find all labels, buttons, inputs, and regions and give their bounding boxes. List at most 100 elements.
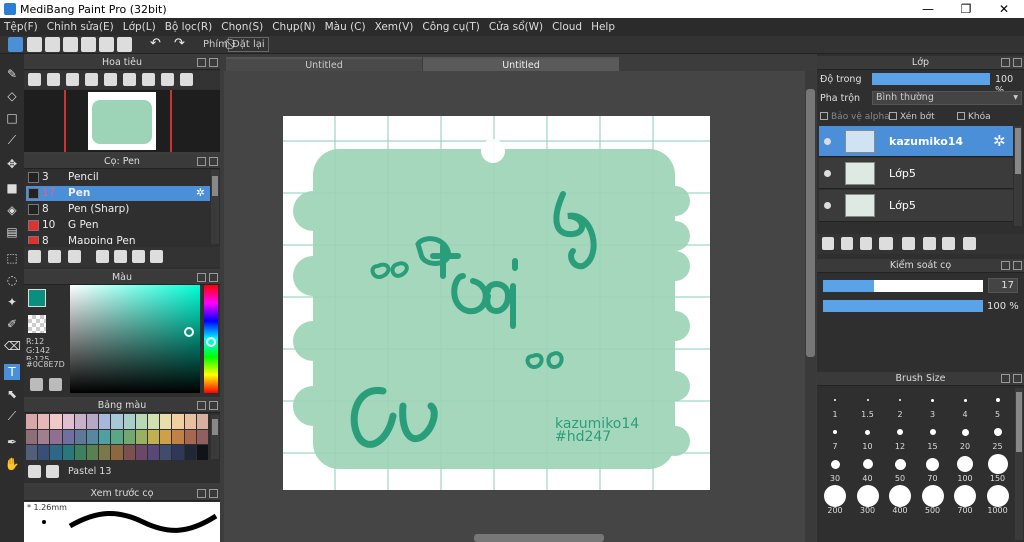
visibility-icon[interactable] [824,202,831,209]
color-picker-icon[interactable] [49,378,62,391]
menu-help[interactable]: Help [591,21,615,33]
palette-swatch[interactable] [184,445,196,460]
drawing-canvas[interactable]: kazumiko14 #hd247 [283,116,710,490]
palette-swatch[interactable] [160,445,172,460]
zoom-reset-icon[interactable] [104,73,117,86]
reset-button[interactable]: ⃠Đặt lại [228,37,269,52]
undock-icon[interactable] [197,157,206,166]
brush-size-option[interactable]: 1 [819,387,851,419]
new-brush-icon[interactable] [48,250,61,263]
brush-opacity-slider[interactable] [823,300,983,312]
palette-swatch[interactable] [147,414,160,429]
panel-close-icon[interactable] [209,58,218,67]
undock-icon[interactable] [197,273,206,282]
actual-size-icon[interactable] [85,73,98,86]
select-pen-icon[interactable]: ✐ [4,316,20,332]
palette-swatch[interactable] [99,414,111,429]
palette-swatch[interactable] [38,414,50,429]
palette-swatch[interactable] [86,414,99,429]
brush-size-value[interactable]: 17 [988,278,1018,293]
eraser-tool-icon[interactable]: ◇ [4,88,20,104]
palette-swatch[interactable] [172,429,184,445]
folder-icon[interactable] [902,237,915,250]
brush-size-option[interactable]: 700 [949,483,981,515]
hand-tool-icon[interactable]: ✋ [4,456,20,472]
add-brush-icon[interactable] [68,250,81,263]
page-icon[interactable] [99,37,114,52]
palette-swatch[interactable] [111,429,123,445]
palette-swatch[interactable] [99,429,111,445]
palette-swatch[interactable] [184,414,196,429]
text-tool-icon[interactable]: T [4,364,20,380]
palette-swatch[interactable] [196,445,208,460]
brush-size-option[interactable]: 5 [982,387,1014,419]
vertical-scroll-thumb[interactable] [806,89,815,357]
brush-size-option[interactable]: 40 [852,451,884,483]
protect-alpha-option[interactable]: Bảo vệ alpha [820,112,890,122]
palette-swatch[interactable] [196,429,208,445]
palette-swatch[interactable] [123,429,135,445]
tab-untitled-1[interactable]: Untitled [226,57,422,71]
brush-size-option[interactable]: 3 [917,387,949,419]
palette-swatch[interactable] [135,429,147,445]
palette-swatch[interactable] [86,445,99,460]
palette-swatch[interactable] [26,429,38,445]
move-tool-icon[interactable]: ✥ [4,156,20,172]
maximize-button[interactable]: ❐ [948,0,984,18]
brush-item[interactable]: 8 Pen (Sharp) [26,202,210,217]
palette-swatch[interactable] [111,445,123,460]
menu-select[interactable]: Chọn(S) [221,21,263,33]
color-palette-icon[interactable] [30,378,43,391]
select-tool-icon[interactable]: ⬚ [4,250,20,266]
brush-size-option[interactable]: 4 [949,387,981,419]
bucket-tool-icon[interactable]: ◈ [4,202,20,218]
palette-swatch[interactable] [196,414,208,429]
palette-swatch[interactable] [62,445,74,460]
blend-mode-select[interactable]: Bình thường ▾ [872,91,1022,105]
visibility-icon[interactable] [824,138,831,145]
menu-view[interactable]: Xem(V) [375,21,414,33]
document-icon[interactable] [81,37,96,52]
brush-item[interactable]: 8 Mapping Pen [26,234,210,244]
duplicate-layer-icon[interactable] [923,237,936,250]
delete-layer-icon[interactable] [963,237,976,250]
palette-swatch[interactable] [50,414,62,429]
canvas-area[interactable]: kazumiko14 #hd247 [224,71,808,542]
add-layer-dropdown-icon[interactable] [879,237,893,250]
foreground-color-swatch[interactable] [28,289,46,307]
palette-swatch[interactable] [135,445,147,460]
palette-swatch[interactable] [111,414,123,429]
undo-icon[interactable]: ↶ [150,37,165,52]
palette-swatch[interactable] [74,414,86,429]
menu-edit[interactable]: Chỉnh sửa(E) [47,21,114,33]
palette-swatch[interactable] [38,445,50,460]
fill-shape-tool-icon[interactable]: ■ [4,180,20,196]
palette-swatch[interactable] [26,445,38,460]
visibility-icon[interactable] [824,170,831,177]
clipping-checkbox[interactable] [889,112,897,120]
menu-cloud[interactable]: Cloud [552,21,582,33]
lasso-tool-icon[interactable]: ◌ [4,272,20,288]
palette-swatch[interactable] [62,429,74,445]
panel-close-icon[interactable] [209,273,218,282]
zoom-out-icon[interactable] [47,73,60,86]
menu-file[interactable]: Tệp(F) [4,21,38,33]
palette-swatch[interactable] [172,445,184,460]
close-button[interactable]: ✕ [986,0,1022,18]
share-icon[interactable] [27,37,42,52]
clipping-option[interactable]: Xén bớt [889,112,935,122]
new-halftone-layer-icon[interactable] [841,237,853,250]
eyedropper-icon[interactable]: ✒ [4,434,20,450]
brush-size-option[interactable]: 25 [982,419,1014,451]
brush-size-option[interactable]: 200 [819,483,851,515]
brush-size-option[interactable]: 10 [852,419,884,451]
new-8bit-layer-icon[interactable] [860,237,872,250]
layer-row[interactable]: Lớp5 [819,190,1013,222]
panel-close-icon[interactable] [1013,261,1022,270]
brush-copy-icon[interactable] [114,250,127,263]
menu-capture[interactable]: Chụp(N) [272,21,315,33]
palette-swatch[interactable] [50,445,62,460]
magic-wand-icon[interactable]: ✦ [4,294,20,310]
comment-icon[interactable] [45,37,60,52]
palette-swatch[interactable] [99,445,111,460]
